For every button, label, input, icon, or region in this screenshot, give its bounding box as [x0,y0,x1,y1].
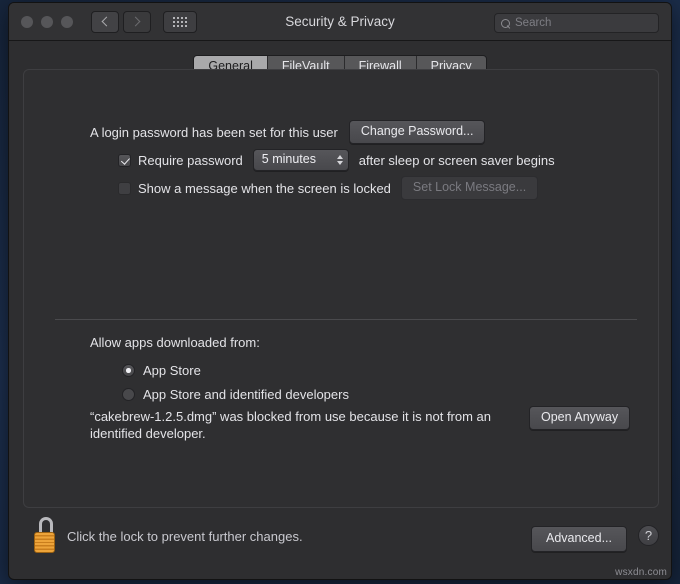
gatekeeper-option-identified-developers[interactable]: App Store and identified developers [122,387,349,402]
search-field[interactable]: Search [494,13,659,33]
watermark: wsxdn.com [615,567,667,578]
gatekeeper-option-app-store[interactable]: App Store [122,363,201,378]
unlocked-padlock-icon[interactable] [31,517,61,555]
set-lock-message-button[interactable]: Set Lock Message... [400,176,539,200]
navigation-buttons [91,10,151,33]
require-password-interval-value: 5 minutes [261,152,316,166]
search-icon [501,18,510,28]
show-lock-message-row: Show a message when the screen is locked… [118,176,539,200]
gatekeeper-section-title: Allow apps downloaded from: [90,335,260,350]
help-button[interactable]: ? [638,525,659,546]
grid-icon [173,16,187,27]
login-password-label: A login password has been set for this u… [90,124,338,140]
show-lock-message-checkbox[interactable] [118,181,131,195]
window-titlebar: Security & Privacy Search [9,3,671,41]
forward-button[interactable] [123,10,151,33]
traffic-lights [21,15,73,28]
advanced-button[interactable]: Advanced... [530,526,627,552]
require-password-label: Require password [138,152,243,168]
back-button[interactable] [91,10,119,33]
login-password-row: A login password has been set for this u… [90,120,486,144]
search-placeholder: Search [515,17,552,29]
security-privacy-window: Security & Privacy Search General FileVa… [8,2,672,580]
zoom-button[interactable] [61,15,73,28]
open-anyway-button[interactable]: Open Anyway [529,406,631,430]
radio-identified-developers[interactable] [122,388,135,401]
chevron-left-icon [101,16,112,27]
lock-message-label: Click the lock to prevent further change… [67,529,303,544]
require-password-checkbox[interactable] [118,153,131,167]
radio-app-store-label: App Store [143,363,201,378]
chevron-updown-icon [336,154,343,165]
require-password-interval-select[interactable]: 5 minutes [252,149,349,171]
show-lock-message-label: Show a message when the screen is locked [138,180,391,196]
chevron-right-icon [130,16,141,27]
require-password-suffix-label: after sleep or screen saver begins [358,152,555,168]
section-divider [55,319,637,320]
radio-app-store[interactable] [122,364,135,377]
radio-identified-developers-label: App Store and identified developers [143,387,349,402]
blocked-app-message: “cakebrew-1.2.5.dmg” was blocked from us… [90,409,492,441]
close-button[interactable] [21,15,33,28]
window-footer: Click the lock to prevent further change… [9,509,671,579]
general-settings-panel: A login password has been set for this u… [23,69,659,508]
show-all-button[interactable] [163,10,197,33]
minimize-button[interactable] [41,15,53,28]
require-password-row: Require password 5 minutes after sleep o… [118,149,555,171]
change-password-button[interactable]: Change Password... [348,120,486,144]
